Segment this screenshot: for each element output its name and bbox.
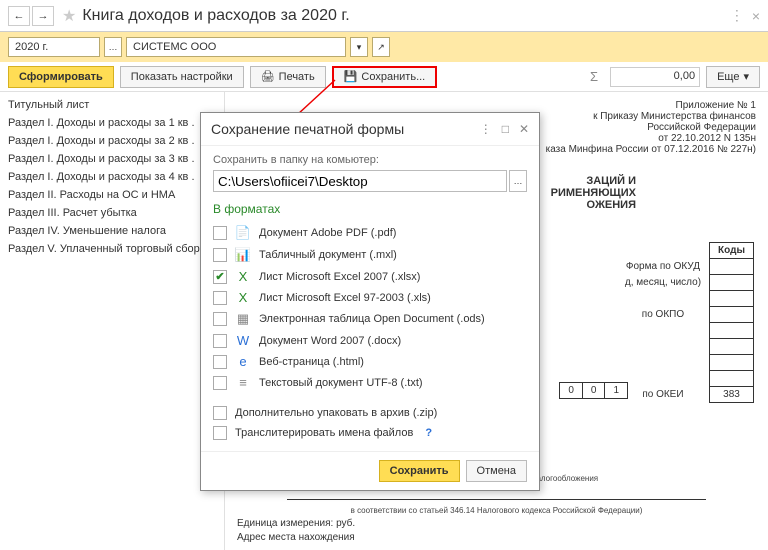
- format-row: W Документ Word 2007 (.docx): [213, 330, 527, 351]
- help-icon[interactable]: ?: [425, 427, 432, 439]
- format-row: e Веб-страница (.html): [213, 351, 527, 372]
- printer-icon: 🖨: [261, 70, 275, 83]
- x-icon: X: [235, 269, 251, 284]
- format-checkbox[interactable]: [213, 226, 227, 240]
- format-checkbox[interactable]: [213, 355, 227, 369]
- filter-bar: 2020 г. … СИСТЕМС ООО ▾ ↗: [0, 32, 768, 62]
- org-open-button[interactable]: ↗: [372, 37, 390, 57]
- dialog-titlebar: Сохранение печатной формы ⋮ □ ✕: [201, 113, 539, 146]
- dialog-body: Сохранить в папку на комьютер: … В форма…: [201, 146, 539, 451]
- dialog-close-icon[interactable]: ✕: [519, 122, 529, 136]
- translit-label: Транслитерировать имена файлов: [235, 427, 413, 439]
- zip-checkbox[interactable]: [213, 406, 227, 420]
- mxl-icon: 📊: [235, 247, 251, 263]
- format-row: 📊 Табличный документ (.mxl): [213, 244, 527, 266]
- period-field[interactable]: 2020 г.: [8, 37, 100, 57]
- more-button[interactable]: Еще ▾: [706, 66, 760, 88]
- sigma-icon: Σ: [584, 69, 604, 84]
- sidebar-item[interactable]: Титульный лист: [0, 96, 224, 114]
- format-label: Лист Microsoft Excel 2007 (.xlsx): [259, 271, 420, 283]
- ods-icon: ▦: [235, 311, 251, 327]
- org-field[interactable]: СИСТЕМС ООО: [126, 37, 346, 57]
- save-path-label: Сохранить в папку на комьютер:: [213, 154, 527, 166]
- format-label: Электронная таблица Open Document (.ods): [259, 313, 485, 325]
- txt-icon: ≡: [235, 375, 251, 390]
- format-row: 📄 Документ Adobe PDF (.pdf): [213, 222, 527, 244]
- format-label: Документ Adobe PDF (.pdf): [259, 227, 396, 239]
- sidebar-item[interactable]: Раздел V. Уплаченный торговый сбор: [0, 240, 224, 258]
- sidebar-item[interactable]: Раздел II. Расходы на ОС и НМА: [0, 186, 224, 204]
- dialog-menu-icon[interactable]: ⋮: [480, 122, 492, 136]
- back-button[interactable]: ←: [8, 6, 30, 26]
- save-icon: 💾: [344, 70, 358, 83]
- format-label: Лист Microsoft Excel 97-2003 (.xls): [259, 292, 431, 304]
- favorite-icon[interactable]: ★: [62, 6, 76, 26]
- format-checkbox[interactable]: ✔: [213, 270, 227, 284]
- org-dropdown-button[interactable]: ▾: [350, 37, 368, 57]
- sidebar-item[interactable]: Раздел I. Доходы и расходы за 2 кв .: [0, 132, 224, 150]
- sidebar-item[interactable]: Раздел IV. Уменьшение налога: [0, 222, 224, 240]
- save-path-field[interactable]: [213, 170, 507, 192]
- sidebar-item[interactable]: Раздел III. Расчет убытка: [0, 204, 224, 222]
- format-label: Табличный документ (.mxl): [259, 249, 397, 261]
- format-row: ≡ Текстовый документ UTF-8 (.txt): [213, 372, 527, 393]
- format-checkbox[interactable]: [213, 248, 227, 262]
- toolbar: Сформировать Показать настройки 🖨Печать …: [0, 62, 768, 92]
- dialog-save-button[interactable]: Сохранить: [379, 460, 460, 482]
- close-icon[interactable]: ×: [752, 8, 760, 24]
- options-icon[interactable]: ⋮: [730, 7, 744, 24]
- titlebar: ← → ★ Книга доходов и расходов за 2020 г…: [0, 0, 768, 32]
- zip-label: Дополнительно упаковать в архив (.zip): [235, 407, 437, 419]
- x-icon: X: [235, 290, 251, 305]
- forward-button[interactable]: →: [32, 6, 54, 26]
- dialog-maximize-icon[interactable]: □: [502, 122, 509, 136]
- format-row: ▦ Электронная таблица Open Document (.ods…: [213, 308, 527, 330]
- format-row: ✔ X Лист Microsoft Excel 2007 (.xlsx): [213, 266, 527, 287]
- translit-checkbox[interactable]: [213, 426, 227, 440]
- period-picker-button[interactable]: …: [104, 37, 122, 57]
- format-label: Документ Word 2007 (.docx): [259, 335, 401, 347]
- format-label: Веб-страница (.html): [259, 356, 364, 368]
- browse-button[interactable]: …: [509, 170, 527, 192]
- pdf-icon: 📄: [235, 225, 251, 241]
- e-icon: e: [235, 354, 251, 369]
- formats-heading: В форматах: [213, 202, 527, 216]
- sidebar-item[interactable]: Раздел I. Доходы и расходы за 1 кв .: [0, 114, 224, 132]
- dialog-footer: Сохранить Отмена: [201, 451, 539, 490]
- sidebar: Титульный лист Раздел I. Доходы и расход…: [0, 92, 225, 550]
- format-label: Текстовый документ UTF-8 (.txt): [259, 377, 423, 389]
- format-row: X Лист Microsoft Excel 97-2003 (.xls): [213, 287, 527, 308]
- date-boxes: 001: [559, 382, 628, 399]
- save-button[interactable]: 💾Сохранить...: [332, 66, 438, 88]
- w-icon: W: [235, 333, 251, 348]
- save-print-form-dialog: Сохранение печатной формы ⋮ □ ✕ Сохранит…: [200, 112, 540, 491]
- format-checkbox[interactable]: [213, 334, 227, 348]
- format-checkbox[interactable]: [213, 376, 227, 390]
- show-settings-button[interactable]: Показать настройки: [120, 66, 244, 88]
- page-title: Книга доходов и расходов за 2020 г.: [82, 7, 721, 25]
- sum-field[interactable]: 0,00: [610, 67, 700, 87]
- formats-list: 📄 Документ Adobe PDF (.pdf) 📊 Табличный док…: [213, 222, 527, 393]
- print-button[interactable]: 🖨Печать: [250, 66, 326, 88]
- dialog-title: Сохранение печатной формы: [211, 121, 470, 137]
- sidebar-item[interactable]: Раздел I. Доходы и расходы за 3 кв .: [0, 150, 224, 168]
- dialog-cancel-button[interactable]: Отмена: [466, 460, 527, 482]
- format-checkbox[interactable]: [213, 312, 227, 326]
- sidebar-item[interactable]: Раздел I. Доходы и расходы за 4 кв .: [0, 168, 224, 186]
- format-checkbox[interactable]: [213, 291, 227, 305]
- form-button[interactable]: Сформировать: [8, 66, 114, 88]
- codes-table: Коды Форма по ОКУД д, месяц, число) по О…: [617, 242, 754, 403]
